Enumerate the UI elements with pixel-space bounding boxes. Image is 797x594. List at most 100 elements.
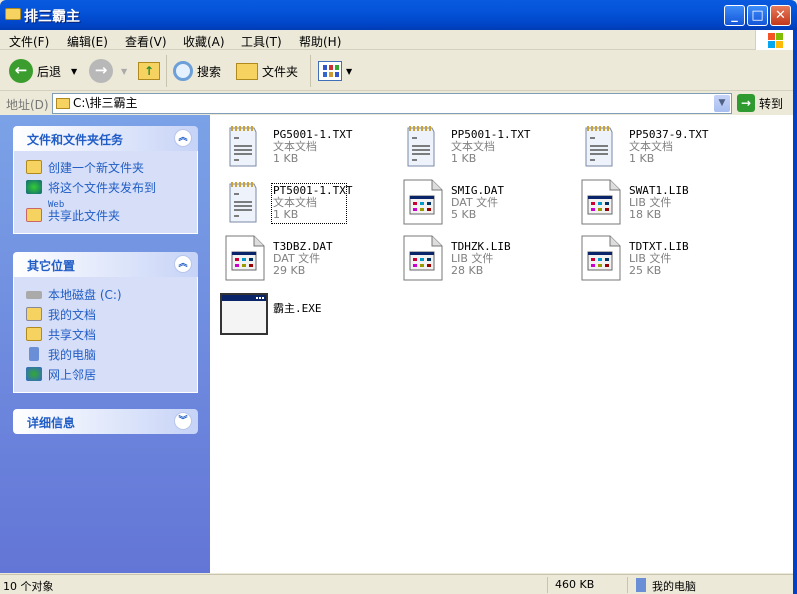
file-item[interactable]: TDTXT.LIB LIB 文件 25 KB — [571, 230, 749, 286]
other-places-panel: 其它位置 ︽ 本地磁盘 (C:) 我的文档 共享文档 我的电脑 网上邻居 — [13, 252, 198, 393]
new-folder-icon — [26, 160, 42, 174]
data-file-icon — [576, 178, 624, 226]
task-label: 创建一个新文件夹 — [48, 161, 145, 175]
menu-help[interactable]: 帮助(H) — [299, 33, 341, 50]
file-item[interactable]: PP5001-1.TXT 文本文档 1 KB — [393, 118, 571, 174]
hard-drive-icon — [26, 291, 42, 299]
task-share-folder[interactable]: 共享此文件夹 — [26, 207, 197, 227]
menu-favorites[interactable]: 收藏(A) — [183, 33, 225, 50]
address-dropdown-button[interactable]: ▼ — [714, 95, 730, 112]
place-label: 网上邻居 — [48, 368, 97, 382]
maximize-button[interactable]: □ — [747, 5, 768, 26]
search-label: 搜索 — [197, 64, 222, 79]
task-publish-web[interactable]: 将这个文件夹发布到 Web — [26, 179, 197, 210]
search-icon — [173, 61, 193, 81]
forward-arrow-icon: → — [89, 59, 113, 83]
go-button[interactable]: → 转到 — [737, 94, 783, 112]
back-label: 后退 — [37, 64, 62, 79]
file-item[interactable]: 霸主.EXE — [215, 286, 393, 342]
file-size: 1 KB — [629, 152, 655, 165]
data-file-icon — [220, 234, 268, 282]
place-my-documents[interactable]: 我的文档 — [26, 306, 197, 326]
collapse-icon[interactable]: ︽ — [174, 255, 192, 273]
text-document-icon — [576, 122, 624, 170]
file-item[interactable]: SWAT1.LIB LIB 文件 18 KB — [571, 174, 749, 230]
file-folder-tasks-panel: 文件和文件夹任务 ︽ 创建一个新文件夹 将这个文件夹发布到 Web 共享此文件夹 — [13, 126, 198, 234]
back-button[interactable]: ← 后退 ▼ — [9, 59, 77, 83]
expand-icon[interactable]: ︾ — [174, 412, 192, 430]
folders-icon — [236, 62, 258, 80]
text-document-icon — [220, 178, 268, 226]
back-dropdown-icon[interactable]: ▼ — [71, 67, 77, 76]
up-folder-button[interactable]: ↑ — [138, 59, 160, 83]
views-button[interactable]: ▼ — [318, 59, 352, 83]
address-input[interactable]: C:\排三霸主 ▼ — [52, 93, 732, 114]
file-size: 5 KB — [451, 208, 477, 221]
data-file-icon — [576, 234, 624, 282]
panel-title: 详细信息 — [27, 416, 76, 430]
collapse-icon[interactable]: ︽ — [174, 129, 192, 147]
place-label: 我的文档 — [48, 308, 97, 322]
my-documents-icon — [26, 307, 42, 321]
application-icon — [220, 290, 268, 338]
place-label: 共享文档 — [48, 328, 97, 342]
network-places-icon — [26, 367, 42, 381]
forward-button[interactable]: → ▼ — [89, 59, 127, 83]
file-size: 1 KB — [273, 152, 299, 165]
address-label: 地址(D) — [6, 98, 49, 112]
status-location: 我的电脑 — [652, 580, 696, 593]
minimize-button[interactable]: _ — [724, 5, 745, 26]
go-label: 转到 — [759, 96, 784, 111]
folder-icon — [5, 8, 21, 20]
place-my-computer[interactable]: 我的电脑 — [26, 346, 197, 366]
details-panel: 详细信息 ︾ — [13, 409, 198, 434]
folders-button[interactable]: 文件夹 — [236, 59, 298, 83]
menu-view[interactable]: 查看(V) — [125, 33, 167, 50]
my-computer-icon — [29, 347, 39, 361]
text-document-icon — [398, 122, 446, 170]
file-size: 18 KB — [629, 208, 662, 221]
status-bar: 10 个对象 460 KB 我的电脑 — [0, 574, 793, 594]
file-item[interactable]: SMIG.DAT DAT 文件 5 KB — [393, 174, 571, 230]
window-title: 排三霸主 — [24, 9, 80, 25]
file-item[interactable]: PG5001-1.TXT 文本文档 1 KB — [215, 118, 393, 174]
status-object-count: 10 个对象 — [3, 580, 54, 593]
status-size: 460 KB — [555, 578, 595, 591]
menu-bar: 文件(F) 编辑(E) 查看(V) 收藏(A) 工具(T) 帮助(H) — [0, 30, 793, 50]
place-label: 本地磁盘 (C:) — [48, 288, 122, 302]
task-label: 共享此文件夹 — [48, 209, 121, 223]
panel-header[interactable]: 其它位置 ︽ — [13, 252, 198, 277]
place-network[interactable]: 网上邻居 — [26, 366, 197, 386]
views-dropdown-icon: ▼ — [346, 66, 353, 76]
window-frame — [793, 30, 797, 594]
file-item[interactable]: T3DBZ.DAT DAT 文件 29 KB — [215, 230, 393, 286]
data-file-icon — [398, 234, 446, 282]
menu-tools[interactable]: 工具(T) — [241, 33, 282, 50]
place-local-disk[interactable]: 本地磁盘 (C:) — [26, 286, 197, 306]
panel-header[interactable]: 文件和文件夹任务 ︽ — [13, 126, 198, 151]
file-name: 霸主.EXE — [273, 302, 322, 315]
title-bar[interactable]: 排三霸主 _ □ ✕ — [0, 0, 797, 30]
place-shared-documents[interactable]: 共享文档 — [26, 326, 197, 346]
file-item[interactable]: PT5001-1.TXT 文本文档 1 KB — [215, 174, 393, 230]
back-arrow-icon: ← — [9, 59, 33, 83]
menu-file[interactable]: 文件(F) — [9, 33, 49, 50]
search-button[interactable]: 搜索 — [173, 59, 221, 83]
task-label-wrap: 将这个文件夹发布到 Web — [48, 179, 156, 210]
windows-logo-icon — [755, 30, 793, 50]
views-icon — [318, 61, 342, 81]
share-folder-icon — [26, 208, 42, 222]
file-item[interactable]: PP5037-9.TXT 文本文档 1 KB — [571, 118, 749, 174]
file-size: 28 KB — [451, 264, 484, 277]
panel-title: 其它位置 — [27, 259, 76, 273]
up-folder-icon: ↑ — [138, 62, 160, 80]
data-file-icon — [398, 178, 446, 226]
close-button[interactable]: ✕ — [770, 5, 791, 26]
panel-header[interactable]: 详细信息 ︾ — [13, 409, 198, 434]
toolbar: ← 后退 ▼ → ▼ ↑ 搜索 文件夹 ▼ — [0, 51, 793, 91]
address-value: C:\排三霸主 — [73, 96, 138, 110]
file-size: 1 KB — [451, 152, 477, 165]
file-item[interactable]: TDHZK.LIB LIB 文件 28 KB — [393, 230, 571, 286]
menu-edit[interactable]: 编辑(E) — [67, 33, 108, 50]
task-new-folder[interactable]: 创建一个新文件夹 — [26, 159, 197, 179]
